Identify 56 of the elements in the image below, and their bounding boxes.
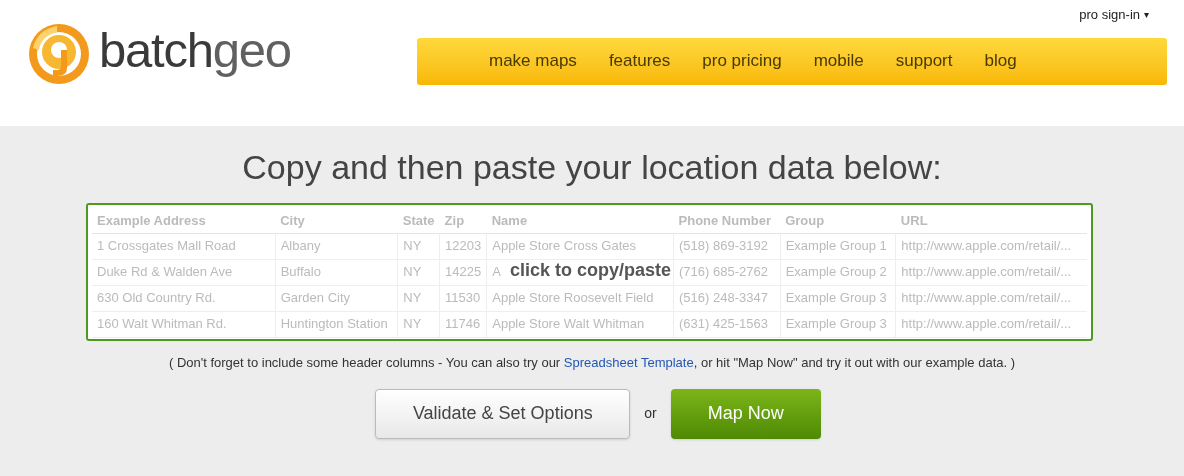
nav-link[interactable]: make maps	[473, 48, 593, 74]
column-header: Name	[491, 213, 528, 228]
table-cell: Apple Store Roosevelt Field	[492, 290, 654, 306]
table-cell: NY	[403, 290, 422, 306]
table-cell: A	[492, 264, 501, 280]
column-header: Group	[785, 213, 825, 228]
column-header: State	[402, 213, 435, 228]
column-header: Phone Number	[678, 213, 771, 228]
table-cell: 160 Walt Whitman Rd.	[97, 316, 227, 332]
data-table[interactable]	[86, 203, 1093, 341]
table-cell: http://www.apple.com/retail/...	[901, 316, 1072, 332]
account-menu[interactable]: pro sign-in ▾	[1079, 5, 1149, 25]
table-cell: (516) 248-3347	[679, 290, 768, 306]
or-text: or	[644, 404, 657, 423]
nav-link[interactable]: blog	[968, 48, 1033, 74]
table-cell: (518) 869-3192	[679, 238, 768, 254]
table-cell: http://www.apple.com/retail/...	[901, 238, 1072, 254]
column-header: Example Address	[97, 213, 206, 228]
table-cell: Duke Rd & Walden Ave	[97, 264, 233, 280]
table-cell: NY	[403, 264, 422, 280]
spreadsheet-template-link[interactable]: Spreadsheet Template	[563, 355, 694, 370]
table-cell: 630 Old Country Rd.	[97, 290, 216, 306]
page-heading: Copy and then paste your location data below:	[241, 147, 943, 188]
copy-paste-overlay: click to copy/paste	[510, 261, 672, 279]
table-cell: 12203	[445, 238, 482, 254]
logo-icon	[27, 22, 91, 86]
table-cell: Buffalo	[280, 264, 321, 280]
brand-name: batchgeo	[99, 25, 291, 79]
table-cell: Huntington Station	[280, 316, 388, 332]
table-cell: 1 Crossgates Mall Road	[97, 238, 236, 254]
hint-text: ( Don't forget to include some header columns - You can also try our Spreadsheet Template, or hit "Map Now" and try it out with our example data. )	[167, 354, 1017, 372]
table-cell: NY	[403, 316, 422, 332]
table-cell: Albany	[280, 238, 321, 254]
table-cell: 14225	[445, 264, 482, 280]
table-cell: (631) 425-1563	[679, 316, 768, 332]
column-header: URL	[900, 213, 928, 228]
table-cell: 11530	[445, 290, 481, 306]
table-cell: 11746	[445, 316, 481, 332]
column-header: Zip	[444, 213, 465, 228]
validate-button[interactable]: Validate & Set Options	[375, 388, 631, 439]
table-cell: Example Group 1	[785, 238, 887, 254]
table-cell: Garden City	[280, 290, 351, 306]
nav-link[interactable]: support	[879, 48, 969, 74]
table-cell: Apple Store Cross Gates	[492, 238, 637, 254]
nav-link[interactable]: pro pricing	[686, 48, 798, 74]
table-cell: NY	[403, 238, 422, 254]
table-cell: Example Group 3	[785, 316, 887, 332]
nav-link[interactable]: features	[592, 48, 687, 74]
table-cell: http://www.apple.com/retail/...	[901, 290, 1072, 306]
table-cell: (716) 685-2762	[679, 264, 768, 280]
table-cell: Example Group 3	[785, 290, 887, 306]
table-cell: Example Group 2	[785, 264, 887, 280]
table-cell: http://www.apple.com/retail/...	[901, 264, 1072, 280]
column-header: City	[280, 213, 305, 228]
table-cell: Apple Store Walt Whitman	[492, 316, 645, 332]
nav-link[interactable]: mobile	[797, 48, 880, 74]
